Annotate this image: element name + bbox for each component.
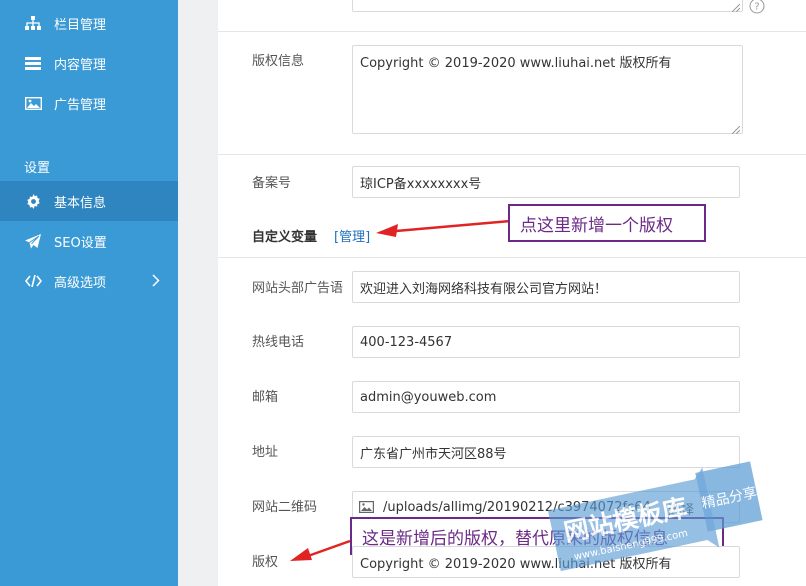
sidebar-item-basic-info[interactable]: 基本信息: [0, 181, 178, 221]
code-icon: [24, 274, 42, 288]
arrow-annotation-bottom: [290, 539, 351, 561]
sidebar-item-label: 高级选项: [54, 275, 107, 291]
address-input[interactable]: 广东省广州市天河区88号: [352, 436, 740, 468]
description-textarea[interactable]: [352, 0, 743, 13]
image-icon: [24, 96, 42, 110]
qrcode-label: 网站二维码: [252, 500, 318, 515]
sidebar: 栏目管理 内容管理 广告管理 设置 基本信息 SEO设置 高级选项: [0, 0, 178, 586]
sidebar-item-label: 基本信息: [54, 195, 107, 211]
gear-icon: [24, 193, 42, 209]
custom-vars-manage-link[interactable]: [管理]: [334, 226, 370, 245]
email-label: 邮箱: [252, 390, 279, 405]
header-ad-label: 网站头部广告语: [252, 281, 344, 296]
sidebar-item-advanced[interactable]: 高级选项: [0, 261, 178, 301]
sidebar-item-ads[interactable]: 广告管理: [0, 83, 178, 123]
resize-handle-icon: [731, 1, 741, 13]
chevron-right-icon: [152, 274, 160, 291]
copyright-textarea[interactable]: Copyright © 2019-2020 www.liuhai.net 版权所…: [352, 45, 743, 135]
resize-handle-icon: [731, 123, 741, 135]
divider: [218, 257, 806, 258]
new-copyright-label: 版权: [252, 555, 279, 570]
sidebar-section-title: 设置: [24, 161, 51, 176]
svg-text:?: ?: [754, 2, 759, 13]
sidebar-item-label: 内容管理: [54, 57, 107, 73]
hotline-input[interactable]: 400-123-4567: [352, 326, 740, 358]
copyright-value: Copyright © 2019-2020 www.liuhai.net 版权所…: [360, 56, 672, 71]
sidebar-item-content[interactable]: 内容管理: [0, 43, 178, 83]
hotline-label: 热线电话: [252, 335, 305, 350]
sitemap-icon: [24, 16, 42, 30]
header-ad-input[interactable]: 欢迎进入刘海网络科技有限公司官方网站！: [352, 271, 740, 303]
divider: [218, 154, 806, 155]
sidebar-item-label: 广告管理: [54, 97, 107, 113]
sidebar-item-label: 栏目管理: [54, 17, 107, 33]
divider: [218, 31, 806, 32]
icp-label: 备案号: [252, 176, 292, 191]
custom-vars-label: 自定义变量: [252, 230, 318, 245]
sidebar-item-label: SEO设置: [54, 235, 107, 251]
image-icon: [359, 501, 375, 517]
icp-input[interactable]: 琼ICP备xxxxxxxx号: [352, 166, 740, 198]
sidebar-item-seo[interactable]: SEO设置: [0, 221, 178, 261]
list-icon: [24, 56, 42, 70]
arrow-annotation-top: [376, 219, 511, 237]
help-icon[interactable]: ?: [749, 0, 765, 18]
sidebar-item-columns[interactable]: 栏目管理: [0, 3, 178, 43]
copyright-label: 版权信息: [252, 54, 305, 69]
callout-add-copyright: 点这里新增一个版权: [508, 204, 706, 242]
paper-plane-icon: [24, 233, 42, 248]
email-input[interactable]: admin@youweb.com: [352, 381, 740, 413]
address-label: 地址: [252, 445, 279, 460]
